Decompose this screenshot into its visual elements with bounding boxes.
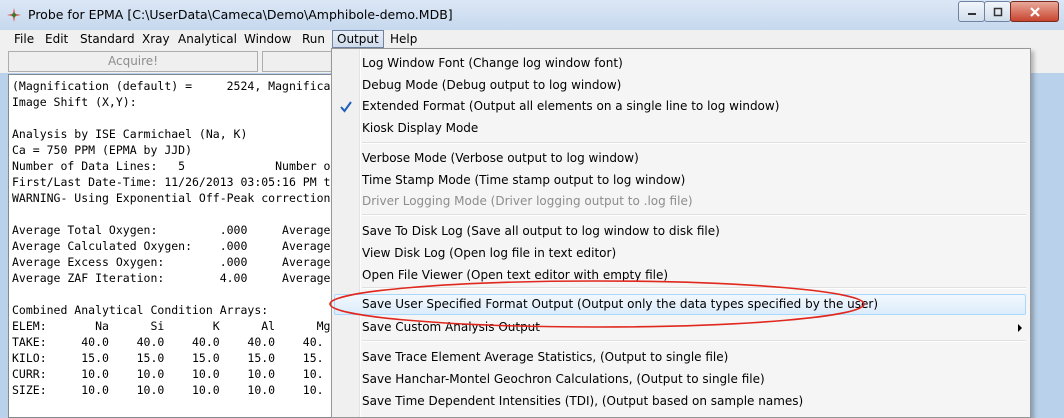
log-line: Analysis by ISE Carmichael (Na, K) [12,127,248,141]
output-menu-item[interactable]: Open File Viewer (Open text editor with … [362,265,668,286]
submenu-arrow-icon [1018,324,1022,332]
menu-separator [362,287,1026,289]
app-icon [7,8,21,22]
log-line: Average ZAF Iteration: 4.00 Average [12,271,331,285]
checkmark-icon [340,101,352,113]
output-menu-item[interactable]: Driver Logging Mode (Driver logging outp… [362,191,693,212]
output-menu-item[interactable]: Save Custom Analysis Output [362,317,540,338]
log-line: Average Calculated Oxygen: .000 Average [12,239,331,253]
menu-gutter-edge [360,49,361,417]
menu-help[interactable]: Help [386,31,421,47]
output-menu-item[interactable]: Save Trace Element Average Statistics, (… [362,347,728,368]
menu-output[interactable]: Output [332,30,384,48]
log-line: WARNING- Using Exponential Off-Peak corr… [12,191,331,205]
output-menu-item[interactable]: Debug Mode (Debug output to log window) [362,75,621,96]
log-line: Average Excess Oxygen: .000 Average [12,255,331,269]
menu-standard[interactable]: Standard [76,31,139,47]
close-button[interactable] [1010,1,1059,22]
menu-separator [362,214,1026,216]
log-line: Ca = 750 PPM (EPMA by JJD) [12,143,193,157]
log-line: ELEM: Na Si K Al Mg [12,319,331,333]
menu-window[interactable]: Window [240,31,295,47]
log-line: SIZE: 10.0 10.0 10.0 10.0 10. [12,383,324,397]
window-title: Probe for EPMA [C:\UserData\Cameca\Demo\… [28,7,453,22]
maximize-icon [993,7,1002,16]
output-menu-item[interactable]: Kiosk Display Mode [362,118,478,139]
output-menu-item[interactable]: Extended Format (Output all elements on … [362,96,779,117]
output-menu-dropdown: Log Window Font (Change log window font)… [331,48,1031,418]
log-window[interactable]: (Magnification (default) = 2524, Magnifi… [8,74,334,418]
output-menu-item[interactable]: Save To Disk Log (Save all output to log… [362,221,720,242]
menu-xray[interactable]: Xray [138,31,174,47]
acquire-button[interactable]: Acquire! [8,51,258,72]
menu-file[interactable]: File [10,31,38,47]
log-line: Image Shift (X,Y): [12,95,137,109]
menu-analytical[interactable]: Analytical [174,31,241,47]
log-line: Average Total Oxygen: .000 Average [12,223,331,237]
log-line: Combined Analytical Condition Arrays: [12,303,269,317]
log-line: TAKE: 40.0 40.0 40.0 40.0 40. [12,335,324,349]
toolbar-button[interactable] [262,51,334,72]
output-menu-item[interactable]: Save Hanchar-Montel Geochron Calculation… [362,369,765,390]
output-menu-item[interactable]: Time Stamp Mode (Time stamp output to lo… [362,170,685,191]
output-menu-item[interactable]: Save User Specified Format Output (Outpu… [362,294,878,315]
maximize-button[interactable] [984,1,1011,22]
output-menu-item[interactable]: Log Window Font (Change log window font) [362,53,623,74]
log-line: CURR: 10.0 10.0 10.0 10.0 10. [12,367,324,381]
log-line: KILO: 15.0 15.0 15.0 15.0 15. [12,351,324,365]
menu-edit[interactable]: Edit [41,31,72,47]
log-text: (Magnification (default) = 2524, Magnifi… [9,75,333,398]
title-bar: Probe for EPMA [C:\UserData\Cameca\Demo\… [0,0,1064,31]
minimize-icon [967,12,976,15]
log-line: First/Last Date-Time: 11/26/2013 03:05:1… [12,175,331,189]
menu-bar: File Edit Standard Xray Analytical Windo… [0,30,1064,50]
menu-separator [362,142,1026,144]
close-icon [1029,6,1040,17]
log-line: Number of Data Lines: 5 Number o [12,159,331,173]
menu-separator [362,340,1026,342]
menu-run[interactable]: Run [298,31,329,47]
minimize-button[interactable] [958,1,985,22]
log-line: (Magnification (default) = 2524, Magnifi… [12,79,331,93]
output-menu-item[interactable]: Verbose Mode (Verbose output to log wind… [362,148,639,169]
output-menu-item[interactable]: Save Time Dependent Intensities (TDI), (… [362,391,803,412]
output-menu-item[interactable]: View Disk Log (Open log file in text edi… [362,243,616,264]
